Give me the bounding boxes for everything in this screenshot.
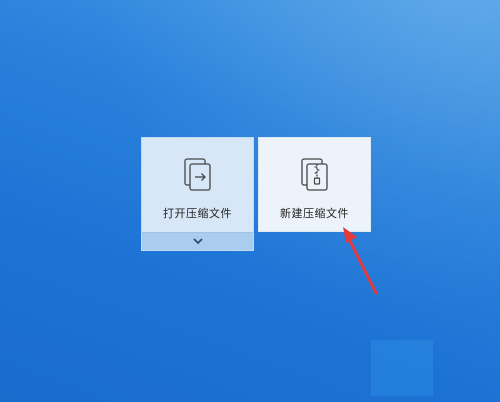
new-archive-button[interactable]: 新建压缩文件 bbox=[258, 137, 371, 232]
open-archive-button[interactable]: 打开压缩文件 bbox=[141, 137, 254, 232]
red-pointer-arrow bbox=[343, 227, 378, 295]
open-archive-label: 打开压缩文件 bbox=[163, 207, 232, 220]
new-archive-label: 新建压缩文件 bbox=[280, 207, 349, 220]
zip-file-icon bbox=[300, 158, 328, 191]
desktop-background: 打开压缩文件 新建压缩文件 bbox=[0, 0, 500, 402]
open-file-arrow-icon bbox=[183, 158, 211, 191]
background-patch bbox=[371, 340, 433, 396]
open-archive-dropdown[interactable] bbox=[141, 232, 254, 251]
chevron-down-icon bbox=[192, 238, 203, 245]
